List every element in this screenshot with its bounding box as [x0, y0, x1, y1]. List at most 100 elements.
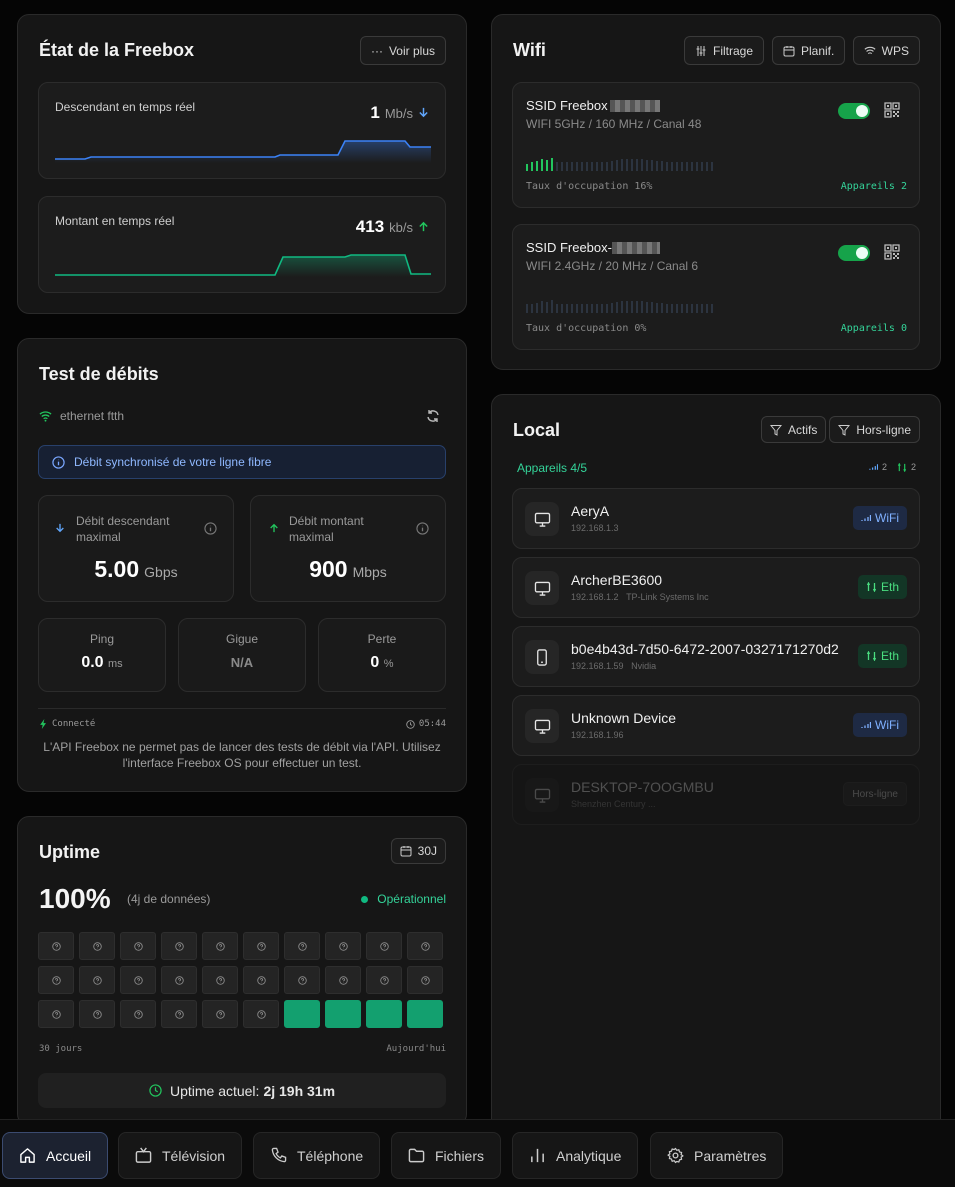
channel-bar: [526, 304, 528, 313]
channel-bar: [631, 301, 633, 313]
uptime-day-unknown[interactable]: [161, 1000, 197, 1028]
uptime-day-unknown[interactable]: [243, 1000, 279, 1028]
api-note: L'API Freebox ne permet pas de lancer de…: [43, 740, 441, 770]
filter-offline-button[interactable]: Hors-ligne: [829, 416, 920, 443]
question-icon: [297, 975, 307, 985]
question-icon: [174, 1009, 184, 1019]
uptime-day-unknown[interactable]: [243, 932, 279, 960]
network-details: WIFI 5GHz / 160 MHz / Canal 48: [526, 117, 702, 131]
nav-television[interactable]: Télévision: [118, 1132, 243, 1179]
question-icon: [379, 941, 389, 951]
device-row-offline[interactable]: DESKTOP-7OOGMBU Shenzhen Century ... Hor…: [512, 764, 920, 825]
upload-label: Montant en temps réel: [55, 214, 175, 228]
channel-bar: [616, 160, 618, 171]
info-icon[interactable]: [204, 522, 217, 535]
channel-bar: [571, 162, 573, 171]
channel-bar: [651, 302, 653, 313]
question-icon: [92, 975, 102, 985]
channel-bar: [576, 162, 578, 171]
uptime-day-unknown[interactable]: [79, 1000, 115, 1028]
channel-bar: [586, 304, 588, 313]
uptime-day-unknown[interactable]: [79, 966, 115, 994]
uptime-day-unknown[interactable]: [120, 966, 156, 994]
see-more-button[interactable]: ··· Voir plus: [359, 36, 446, 65]
occupancy-label: Taux d'occupation 16%: [526, 181, 653, 192]
schedule-button[interactable]: Planif.: [772, 36, 846, 65]
nav-telephone[interactable]: Téléphone: [253, 1132, 381, 1179]
uptime-day-unknown[interactable]: [120, 1000, 156, 1028]
channel-bar: [601, 162, 603, 171]
question-icon: [297, 941, 307, 951]
question-icon: [133, 975, 143, 985]
channel-bar: [681, 162, 683, 171]
channel-bar: [561, 162, 563, 171]
uptime-day-unknown[interactable]: [202, 1000, 238, 1028]
refresh-icon[interactable]: [426, 409, 440, 423]
channel-bar: [661, 161, 663, 171]
uptime-day-unknown[interactable]: [284, 932, 320, 960]
uptime-day-unknown[interactable]: [120, 932, 156, 960]
question-icon: [51, 1009, 61, 1019]
uptime-day-ok[interactable]: [284, 1000, 320, 1028]
uptime-day-unknown[interactable]: [161, 966, 197, 994]
uptime-day-unknown[interactable]: [38, 1000, 74, 1028]
range-30j-button[interactable]: 30J: [390, 838, 446, 864]
channel-bar: [631, 159, 633, 171]
question-icon: [420, 975, 430, 985]
max-upload-label: Débit montant maximal: [289, 514, 364, 544]
uptime-day-unknown[interactable]: [79, 932, 115, 960]
channel-bar: [541, 159, 543, 171]
filter-button[interactable]: Filtrage: [684, 36, 765, 65]
device-row[interactable]: Unknown Device 192.168.1.96 WiFi: [512, 695, 920, 756]
connection-counts: 2 2: [869, 462, 916, 472]
channel-bar: [636, 301, 638, 313]
uptime-grid: [38, 932, 443, 1028]
uptime-day-unknown[interactable]: [284, 966, 320, 994]
channel-bar: [556, 304, 558, 313]
nav-settings[interactable]: Paramètres: [650, 1132, 784, 1179]
qr-code-icon[interactable]: [884, 102, 900, 118]
uptime-day-ok[interactable]: [407, 1000, 443, 1028]
filter-active-button[interactable]: Actifs: [761, 416, 827, 443]
monitor-icon: [525, 502, 559, 536]
uptime-day-ok[interactable]: [366, 1000, 402, 1028]
arrow-up-icon: [419, 221, 428, 232]
wifi-toggle[interactable]: [838, 245, 870, 261]
max-upload-box: Débit montant maximal 900 Mbps: [250, 495, 446, 602]
device-row[interactable]: b0e4b43d-7d50-6472-2007-0327171270d2 192…: [512, 626, 920, 687]
ethernet-icon: [866, 651, 877, 661]
qr-code-icon[interactable]: [884, 244, 900, 260]
uptime-day-unknown[interactable]: [407, 966, 443, 994]
nav-home[interactable]: Accueil: [2, 1132, 109, 1179]
uptime-day-unknown[interactable]: [38, 966, 74, 994]
question-icon: [256, 1009, 266, 1019]
uptime-day-unknown[interactable]: [325, 932, 361, 960]
wps-button[interactable]: WPS: [852, 36, 920, 65]
uptime-day-unknown[interactable]: [202, 932, 238, 960]
uptime-day-unknown[interactable]: [325, 966, 361, 994]
ethernet-icon: [897, 462, 907, 472]
uptime-day-unknown[interactable]: [202, 966, 238, 994]
device-row[interactable]: ArcherBE3600 192.168.1.2 TP-Link Systems…: [512, 557, 920, 618]
info-icon[interactable]: [416, 522, 429, 535]
bottom-navigation: Accueil Télévision Téléphone Fichiers An…: [0, 1119, 955, 1187]
uptime-day-ok[interactable]: [325, 1000, 361, 1028]
uptime-day-unknown[interactable]: [161, 932, 197, 960]
channel-bar: [591, 304, 593, 313]
arrow-down-icon: [419, 107, 428, 118]
uptime-day-unknown[interactable]: [407, 932, 443, 960]
uptime-day-unknown[interactable]: [366, 932, 402, 960]
uptime-day-unknown[interactable]: [243, 966, 279, 994]
channel-bar: [666, 162, 668, 171]
uptime-day-unknown[interactable]: [366, 966, 402, 994]
question-icon: [133, 1009, 143, 1019]
uptime-day-unknown[interactable]: [38, 932, 74, 960]
channel-bar: [586, 162, 588, 171]
wifi-network-5ghz: SSID Freebox WIFI 5GHz / 160 MHz / Canal…: [512, 82, 920, 208]
loss-box: Perte 0 %: [318, 618, 446, 692]
download-sparkline: [55, 140, 431, 163]
device-row[interactable]: AeryA 192.168.1.3 WiFi: [512, 488, 920, 549]
wifi-toggle[interactable]: [838, 103, 870, 119]
nav-analytics[interactable]: Analytique: [512, 1132, 639, 1179]
nav-files[interactable]: Fichiers: [391, 1132, 502, 1179]
